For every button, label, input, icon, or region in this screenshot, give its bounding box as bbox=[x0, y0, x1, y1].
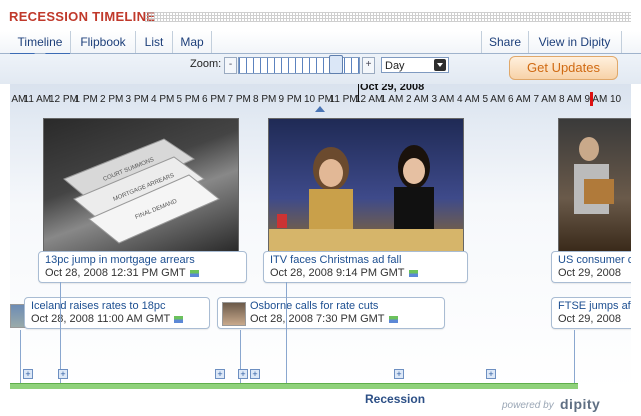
zoom-in-button[interactable]: + bbox=[362, 57, 375, 74]
ruler-tick: 11 AM bbox=[23, 94, 52, 105]
ruler-tick: 12 AM bbox=[355, 94, 384, 105]
event-image-itv[interactable] bbox=[268, 118, 464, 252]
ruler-tick: 2 PM bbox=[100, 94, 124, 105]
ruler-tick: 5 PM bbox=[176, 94, 200, 105]
ruler-tick: 8 AM bbox=[559, 94, 582, 105]
title-bar: RECESSION TIMELINE bbox=[0, 0, 641, 30]
event-card[interactable]: ITV faces Christmas ad fall Oct 28, 2008… bbox=[263, 251, 468, 283]
event-thumbnail[interactable] bbox=[222, 302, 246, 326]
controls-bar: Zoom: - + Day Get Updates bbox=[0, 54, 641, 84]
title-decoration bbox=[145, 12, 631, 22]
mortgage-papers-image: COURT SUMMONS MORTGAGE ARREARS FINAL DEM… bbox=[63, 138, 220, 244]
ruler-tick: 3 PM bbox=[125, 94, 149, 105]
feed-icon bbox=[388, 315, 398, 323]
plus-square-icon[interactable]: + bbox=[394, 369, 404, 379]
event-date: Oct 29, 2008 bbox=[558, 267, 621, 279]
event-date: Oct 28, 2008 7:30 PM GMT bbox=[250, 313, 385, 325]
now-pointer-icon bbox=[315, 106, 325, 112]
plus-square-icon[interactable]: + bbox=[238, 369, 248, 379]
tab-timeline[interactable]: Timeline bbox=[10, 31, 71, 55]
event-title[interactable]: Iceland raises rates to 18pc bbox=[31, 300, 203, 313]
event-title[interactable]: FTSE jumps afte bbox=[558, 300, 631, 313]
time-unit-select[interactable]: Day bbox=[381, 57, 449, 73]
ruler-tick: 4 PM bbox=[151, 94, 175, 105]
event-connector bbox=[286, 282, 287, 386]
event-card[interactable]: 13pc jump in mortgage arrears Oct 28, 20… bbox=[38, 251, 247, 283]
plus-square-icon[interactable]: + bbox=[23, 369, 33, 379]
tv-presenters-image bbox=[269, 145, 463, 251]
tab-map[interactable]: Map bbox=[173, 31, 212, 53]
zoom-label: Zoom: bbox=[190, 58, 222, 70]
event-date: Oct 28, 2008 9:14 PM GMT bbox=[270, 267, 405, 279]
app-title: RECESSION TIMELINE bbox=[9, 9, 156, 24]
event-title[interactable]: 13pc jump in mortgage arrears bbox=[45, 254, 240, 267]
current-time-marker bbox=[590, 92, 593, 106]
tab-bar: Timeline Flipbook List Map Share View in… bbox=[0, 31, 641, 55]
event-date: Oct 28, 2008 11:00 AM GMT bbox=[31, 313, 171, 325]
event-image-us-consumer[interactable] bbox=[558, 118, 631, 252]
event-card[interactable]: Osborne calls for rate cuts Oct 28, 2008… bbox=[217, 297, 445, 329]
plus-square-icon[interactable]: + bbox=[486, 369, 496, 379]
event-card[interactable]: FTSE jumps afte Oct 29, 2008 bbox=[551, 297, 631, 329]
ruler-tick: 6 PM bbox=[202, 94, 226, 105]
ruler-tick: 1 PM bbox=[74, 94, 98, 105]
timeline-stage[interactable]: 10 AM11 AM12 PM1 PM2 PM3 PM4 PM5 PM6 PM7… bbox=[10, 84, 631, 390]
tab-view-in-dipity[interactable]: View in Dipity bbox=[528, 31, 622, 53]
ruler-tick: 3 AM bbox=[431, 94, 455, 105]
shopper-image bbox=[574, 137, 614, 214]
plus-square-icon[interactable]: + bbox=[58, 369, 68, 379]
get-updates-button[interactable]: Get Updates bbox=[509, 56, 618, 80]
ruler-tick: 9 AM bbox=[584, 94, 608, 105]
ruler-tick: 7 AM bbox=[533, 94, 557, 105]
ruler-date-label: Oct 29, 2008 bbox=[360, 84, 425, 93]
event-card[interactable]: Iceland raises rates to 18pc Oct 28, 200… bbox=[24, 297, 210, 329]
tab-flipbook[interactable]: Flipbook bbox=[71, 31, 136, 53]
feed-icon bbox=[189, 269, 199, 277]
event-title[interactable]: ITV faces Christmas ad fall bbox=[270, 254, 461, 267]
event-title[interactable]: US consumer c bbox=[558, 254, 631, 267]
date-marker-line bbox=[358, 84, 359, 102]
event-date: Oct 29, 2008 bbox=[558, 313, 621, 325]
event-card[interactable]: US consumer c Oct 29, 2008 bbox=[551, 251, 631, 283]
ruler-tick: 5 AM bbox=[482, 94, 506, 105]
zoom-out-button[interactable]: - bbox=[224, 57, 237, 74]
feed-icon bbox=[174, 315, 184, 323]
powered-by-text: powered by bbox=[502, 400, 554, 411]
time-unit-value: Day bbox=[385, 60, 405, 72]
plus-square-icon[interactable]: + bbox=[250, 369, 260, 379]
ruler-tick: 8 PM bbox=[253, 94, 277, 105]
event-title[interactable]: Osborne calls for rate cuts bbox=[250, 300, 438, 313]
zoom-slider-handle[interactable] bbox=[328, 55, 343, 74]
ruler-tick: 9 PM bbox=[278, 94, 302, 105]
tab-share[interactable]: Share bbox=[481, 31, 529, 53]
event-date: Oct 28, 2008 12:31 PM GMT bbox=[45, 267, 186, 279]
event-image-mortgage[interactable]: COURT SUMMONS MORTGAGE ARREARS FINAL DEM… bbox=[43, 118, 239, 252]
period-label: Recession bbox=[365, 392, 426, 406]
ruler-tick: 6 AM bbox=[508, 94, 531, 105]
ruler-tick: 7 PM bbox=[227, 94, 251, 105]
ruler-tick: 2 AM bbox=[406, 94, 429, 105]
plus-square-icon[interactable]: + bbox=[215, 369, 225, 379]
dipity-logo[interactable]: dipity bbox=[560, 396, 600, 412]
chevron-down-icon bbox=[434, 59, 446, 71]
recession-period-bar[interactable] bbox=[10, 383, 578, 389]
ruler-tick: 10 bbox=[610, 94, 622, 105]
ruler-tick: 4 AM bbox=[457, 94, 480, 105]
ruler-tick: 1 AM bbox=[380, 94, 404, 105]
event-connector bbox=[574, 330, 575, 386]
feed-icon bbox=[408, 269, 418, 277]
tab-list[interactable]: List bbox=[136, 31, 173, 53]
ruler-tick: 11 PM bbox=[329, 94, 358, 105]
event-connector bbox=[20, 330, 21, 386]
